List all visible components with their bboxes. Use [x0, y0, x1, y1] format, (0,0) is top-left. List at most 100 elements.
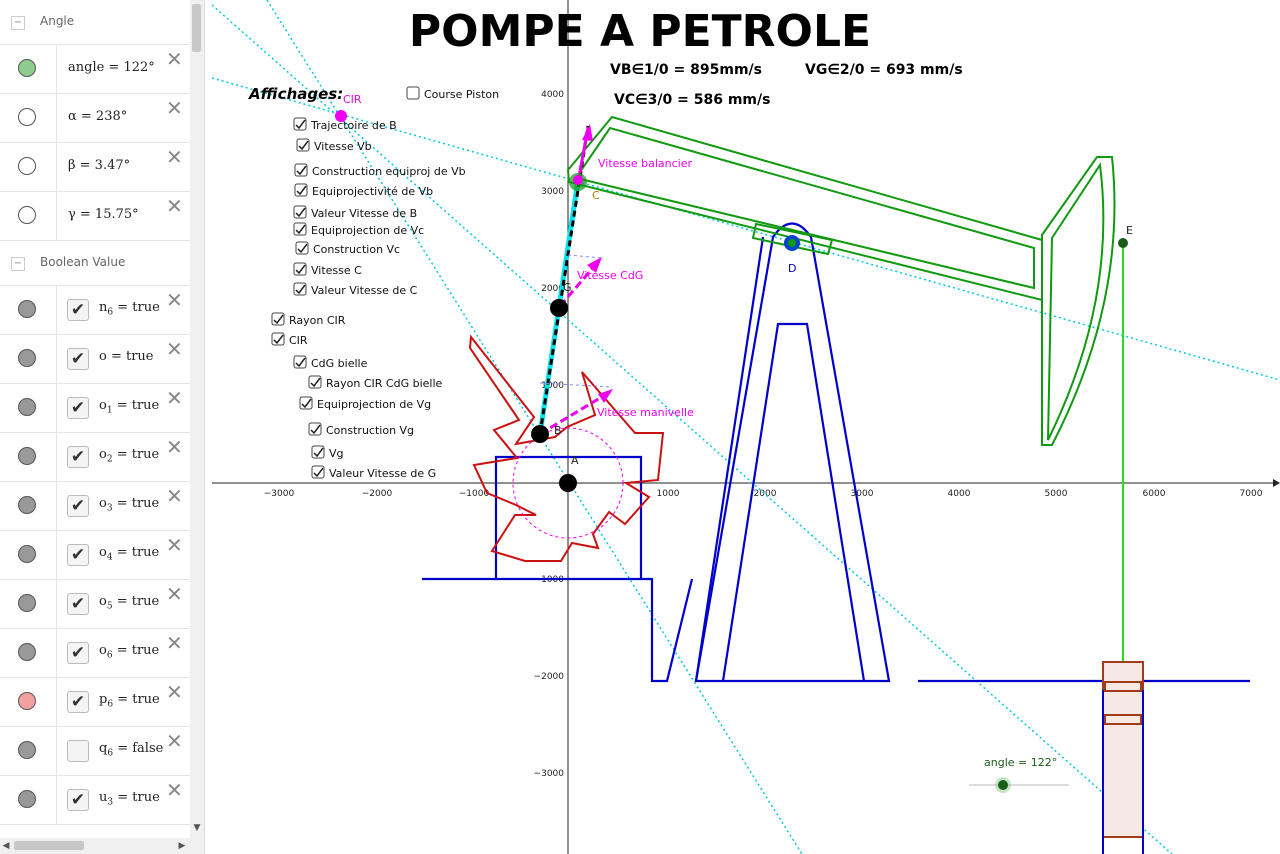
boolean-checkbox[interactable]: ✔	[67, 299, 89, 321]
boolean-row[interactable]: ✔ o2 = true ✕	[0, 433, 190, 482]
visibility-toggle[interactable]	[0, 482, 57, 530]
boolean-expression[interactable]: u3 = true	[99, 790, 160, 808]
visibility-toggle[interactable]	[0, 776, 57, 824]
checkbox-box[interactable]	[308, 375, 322, 389]
boolean-checkbox[interactable]: ✔	[67, 397, 89, 419]
scroll-down-icon[interactable]: ▼	[191, 822, 203, 834]
visibility-dot-icon[interactable]	[18, 643, 36, 661]
boolean-checkbox[interactable]: ✔	[67, 593, 89, 615]
visibility-toggle[interactable]	[0, 286, 57, 334]
display-checkbox[interactable]: CIR	[271, 332, 308, 347]
display-checkbox[interactable]: Equiprojection de Vc	[293, 222, 424, 237]
angle-expression[interactable]: β = 3.47°	[68, 158, 130, 173]
point-e[interactable]	[1118, 238, 1128, 248]
display-checkbox[interactable]: Course Piston	[406, 86, 499, 101]
delete-icon[interactable]: ✕	[166, 290, 183, 310]
boolean-row[interactable]: ✔ o5 = true ✕	[0, 580, 190, 629]
angle-row[interactable]: γ = 15.75° ✕	[0, 192, 190, 241]
visibility-dot-icon[interactable]	[18, 447, 36, 465]
checkbox-box[interactable]	[296, 138, 310, 152]
visibility-toggle[interactable]	[0, 94, 57, 142]
visibility-toggle[interactable]	[0, 45, 57, 93]
collapse-icon[interactable]: −	[11, 257, 25, 271]
visibility-dot-icon[interactable]	[18, 692, 36, 710]
checkbox-box[interactable]	[294, 163, 308, 177]
boolean-checkbox[interactable]	[67, 740, 89, 762]
checkbox-box[interactable]	[295, 241, 309, 255]
visibility-dot-icon[interactable]	[18, 545, 36, 563]
display-checkbox[interactable]: Equiprojection de Vg	[299, 396, 431, 411]
scroll-right-icon[interactable]: ▶	[176, 840, 188, 852]
display-checkbox[interactable]: Valeur Vitesse de G	[311, 465, 436, 480]
boolean-expression[interactable]: p6 = true	[99, 692, 160, 710]
display-checkbox[interactable]: Rayon CIR	[271, 312, 346, 327]
boolean-expression[interactable]: o1 = true	[99, 398, 159, 416]
checkbox-box[interactable]	[293, 205, 307, 219]
angle-expression[interactable]: angle = 122°	[68, 60, 155, 75]
boolean-checkbox[interactable]: ✔	[67, 789, 89, 811]
boolean-row[interactable]: ✔ n6 = true ✕	[0, 286, 190, 335]
visibility-toggle[interactable]	[0, 531, 57, 579]
visibility-toggle[interactable]	[0, 727, 57, 775]
point-b[interactable]	[531, 425, 549, 443]
visibility-dot-icon[interactable]	[18, 496, 36, 514]
visibility-dot-icon[interactable]	[18, 206, 36, 224]
boolean-checkbox[interactable]: ✔	[67, 544, 89, 566]
delete-icon[interactable]: ✕	[166, 682, 183, 702]
visibility-toggle[interactable]	[0, 335, 57, 383]
scroll-thumb[interactable]	[192, 4, 201, 52]
boolean-expression[interactable]: q6 = false	[99, 741, 163, 759]
display-checkbox[interactable]: Valeur Vitesse de C	[293, 282, 418, 297]
delete-icon[interactable]: ✕	[166, 633, 183, 653]
checkbox-box[interactable]	[294, 183, 308, 197]
checkbox-box[interactable]	[299, 396, 313, 410]
angle-expression[interactable]: α = 238°	[68, 109, 127, 124]
boolean-checkbox[interactable]: ✔	[67, 495, 89, 517]
point-a[interactable]	[559, 474, 577, 492]
boolean-expression[interactable]: o = true	[99, 349, 154, 367]
visibility-dot-icon[interactable]	[18, 790, 36, 808]
delete-icon[interactable]: ✕	[166, 780, 183, 800]
checkbox-box[interactable]	[293, 117, 307, 131]
algebra-horizontal-scrollbar[interactable]: ◀ ▶	[0, 838, 204, 854]
display-checkbox[interactable]: Equiprojectivité de Vb	[294, 183, 433, 198]
visibility-dot-icon[interactable]	[18, 300, 36, 318]
display-checkbox[interactable]: Rayon CIR CdG bielle	[308, 375, 443, 390]
boolean-expression[interactable]: o4 = true	[99, 545, 159, 563]
angle-row[interactable]: angle = 122° ✕	[0, 45, 190, 94]
algebra-vertical-scrollbar[interactable]: ▼	[190, 0, 204, 838]
delete-icon[interactable]: ✕	[166, 535, 183, 555]
visibility-dot-icon[interactable]	[18, 741, 36, 759]
boolean-checkbox[interactable]: ✔	[67, 642, 89, 664]
checkbox-box[interactable]	[311, 465, 325, 479]
scroll-thumb[interactable]	[14, 841, 84, 850]
boolean-checkbox[interactable]: ✔	[67, 691, 89, 713]
checkbox-box[interactable]	[271, 332, 285, 346]
delete-icon[interactable]: ✕	[166, 339, 183, 359]
visibility-dot-icon[interactable]	[18, 594, 36, 612]
boolean-expression[interactable]: o3 = true	[99, 496, 159, 514]
boolean-row[interactable]: ✔ o1 = true ✕	[0, 384, 190, 433]
delete-icon[interactable]: ✕	[166, 388, 183, 408]
delete-icon[interactable]: ✕	[166, 584, 183, 604]
visibility-toggle[interactable]	[0, 678, 57, 726]
visibility-toggle[interactable]	[0, 384, 57, 432]
display-checkbox[interactable]: Vg	[311, 445, 344, 460]
graphics-view[interactable]: −3000 −2000 −1000 1000 2000 3000 4000 50…	[212, 0, 1280, 854]
checkbox-box[interactable]	[308, 422, 322, 436]
display-checkbox[interactable]: Construction equiproj de Vb	[294, 163, 466, 178]
checkbox-box[interactable]	[293, 222, 307, 236]
boolean-expression[interactable]: o2 = true	[99, 447, 159, 465]
checkbox-box[interactable]	[311, 445, 325, 459]
scroll-left-icon[interactable]: ◀	[0, 840, 12, 852]
angle-row[interactable]: α = 238° ✕	[0, 94, 190, 143]
visibility-dot-icon[interactable]	[18, 398, 36, 416]
visibility-dot-icon[interactable]	[18, 59, 36, 77]
visibility-dot-icon[interactable]	[18, 157, 36, 175]
display-checkbox[interactable]: Vitesse Vb	[296, 138, 372, 153]
boolean-checkbox[interactable]: ✔	[67, 446, 89, 468]
delete-icon[interactable]: ✕	[166, 49, 183, 69]
boolean-expression[interactable]: o6 = true	[99, 643, 159, 661]
checkbox-box[interactable]	[293, 262, 307, 276]
delete-icon[interactable]: ✕	[166, 147, 183, 167]
